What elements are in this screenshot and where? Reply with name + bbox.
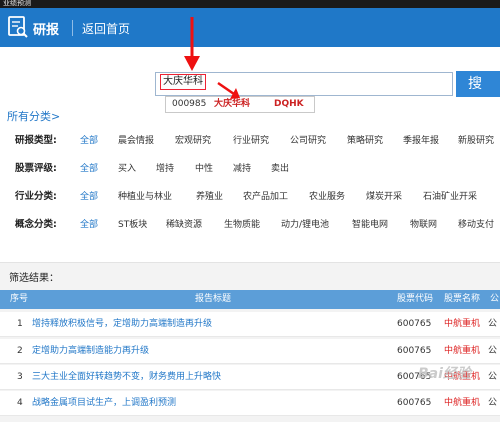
- row-more: 公: [488, 398, 498, 408]
- filter-option[interactable]: 买入: [118, 160, 136, 178]
- row-title-link[interactable]: 三大主业全面好转趋势不变，财务费用上升略快: [32, 365, 372, 390]
- filter-option[interactable]: 生物质能: [224, 216, 260, 234]
- window-titlebar: 业绩预测: [0, 0, 500, 8]
- filter-option[interactable]: 智能电网: [352, 216, 388, 234]
- filter-option[interactable]: 种植业与林业: [118, 188, 172, 206]
- filter-option[interactable]: 季报年报: [403, 132, 439, 150]
- table-row: 4 战略金属项目试生产，上调盈利预测 600765 中航重机 公: [0, 391, 500, 416]
- top-header: 研报 返回首页: [0, 8, 500, 47]
- column-header-code: 股票代码: [397, 294, 434, 304]
- suggestion-name: 大庆华科: [214, 99, 251, 109]
- filter-option[interactable]: 石油矿业开采: [423, 188, 477, 206]
- filter-option[interactable]: 公司研究: [290, 132, 326, 150]
- row-stock-name[interactable]: 中航重机: [444, 391, 480, 416]
- row-more: 公: [488, 319, 498, 329]
- filter-option[interactable]: ST板块: [118, 216, 147, 234]
- table-row: 2 定增助力高端制造能力再升级 600765 中航重机 公: [0, 339, 500, 364]
- page-title: 研报: [33, 23, 60, 38]
- filter-option[interactable]: 全部: [80, 132, 98, 150]
- filter-option[interactable]: 增持: [156, 160, 174, 178]
- search-suggestion[interactable]: 000985 大庆华科 DQHK: [165, 96, 315, 113]
- results-table-header: 序号 报告标题 股票代码 股票名称 公: [0, 290, 500, 309]
- column-header-name: 股票名称: [444, 294, 481, 304]
- row-index: 2: [17, 346, 23, 356]
- home-link[interactable]: 返回首页: [82, 20, 130, 37]
- report-logo-icon: [8, 16, 28, 38]
- row-stock-code: 600765: [397, 346, 432, 356]
- filter-option[interactable]: 稀缺资源: [166, 216, 202, 234]
- filter-label: 股票评级:: [15, 163, 57, 174]
- search-input[interactable]: 大庆华科: [155, 72, 453, 96]
- filter-option[interactable]: 新股研究: [458, 132, 494, 150]
- row-stock-code: 600765: [397, 319, 432, 329]
- header-divider: [72, 20, 73, 36]
- column-header-more: 公: [490, 294, 500, 304]
- row-title-link[interactable]: 定增助力高端制造能力再升级: [32, 339, 372, 364]
- filter-row-report-type: 研报类型: 全部 晨会情报 宏观研究 行业研究 公司研究 策略研究 季报年报 新…: [0, 132, 500, 150]
- filter-label: 行业分类:: [15, 191, 57, 202]
- filter-option[interactable]: 行业研究: [233, 132, 269, 150]
- filter-option[interactable]: 全部: [80, 188, 98, 206]
- row-index: 3: [17, 372, 23, 382]
- filter-row-industry: 行业分类: 全部 种植业与林业 养殖业 农产品加工 农业服务 煤炭开采 石油矿业…: [0, 188, 500, 206]
- row-stock-name[interactable]: 中航重机: [444, 312, 480, 337]
- filter-row-rating: 股票评级: 全部 买入 增持 中性 减持 卖出: [0, 160, 500, 178]
- row-stock-code: 600765: [397, 398, 432, 408]
- column-header-title: 报告标题: [195, 294, 232, 304]
- row-index: 4: [17, 398, 23, 408]
- search-button[interactable]: 搜 索: [456, 71, 500, 118]
- filter-option[interactable]: 移动支付: [458, 216, 494, 234]
- filter-option[interactable]: 全部: [80, 216, 98, 234]
- row-title-link[interactable]: 增持释放积极信号，定增助力高端制造再升级: [32, 312, 372, 337]
- row-more: 公: [488, 372, 498, 382]
- filter-option[interactable]: 煤炭开采: [366, 188, 402, 206]
- filter-option[interactable]: 全部: [80, 160, 98, 178]
- table-row: 1 增持释放积极信号，定增助力高端制造再升级 600765 中航重机 公: [0, 312, 500, 337]
- filter-row-concept: 概念分类: 全部 ST板块 稀缺资源 生物质能 动力/锂电池 智能电网 物联网 …: [0, 216, 500, 234]
- filter-option[interactable]: 物联网: [410, 216, 437, 234]
- row-stock-name[interactable]: 中航重机: [444, 339, 480, 364]
- filter-option[interactable]: 宏观研究: [175, 132, 211, 150]
- filter-option[interactable]: 农产品加工: [243, 188, 288, 206]
- filter-label: 概念分类:: [15, 219, 57, 230]
- row-more: 公: [488, 346, 498, 356]
- filter-option[interactable]: 中性: [195, 160, 213, 178]
- filter-label: 研报类型:: [15, 135, 57, 146]
- row-title-link[interactable]: 战略金属项目试生产，上调盈利预测: [32, 391, 372, 416]
- row-index: 1: [17, 319, 23, 329]
- filter-option[interactable]: 减持: [233, 160, 251, 178]
- window-title: 业绩预测: [3, 0, 31, 7]
- filter-option[interactable]: 农业服务: [309, 188, 345, 206]
- filter-option[interactable]: 卖出: [271, 160, 289, 178]
- filter-option[interactable]: 动力/锂电池: [281, 216, 329, 234]
- search-input-value: 大庆华科: [160, 74, 206, 90]
- filter-option[interactable]: 策略研究: [347, 132, 383, 150]
- suggestion-abbr: DQHK: [274, 99, 304, 109]
- results-title: 筛选结果：: [9, 273, 59, 284]
- watermark: Bai经验: [418, 366, 471, 382]
- all-categories-link[interactable]: 所有分类>: [7, 108, 60, 124]
- filter-option[interactable]: 晨会情报: [118, 132, 154, 150]
- column-header-index: 序号: [10, 294, 29, 304]
- suggestion-code: 000985: [172, 99, 207, 109]
- filter-option[interactable]: 养殖业: [196, 188, 223, 206]
